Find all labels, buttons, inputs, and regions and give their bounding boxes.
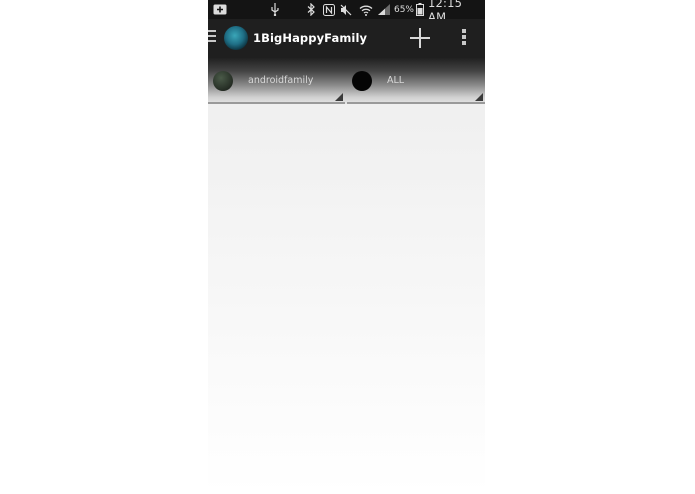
notification-icon bbox=[212, 0, 228, 19]
hamburger-icon[interactable] bbox=[208, 30, 216, 46]
family-spinner[interactable]: androidfamily bbox=[208, 57, 345, 104]
family-spinner-label: androidfamily bbox=[248, 75, 314, 86]
action-bar: 1BigHappyFamily bbox=[208, 19, 485, 57]
clock: 12:15 AM bbox=[428, 0, 463, 24]
filter-spinner[interactable]: ALL bbox=[347, 57, 485, 104]
spinner-row: androidfamily ALL bbox=[208, 57, 485, 104]
family-avatar bbox=[213, 71, 233, 91]
signal-icon bbox=[377, 0, 391, 19]
dropdown-arrow-icon bbox=[335, 93, 343, 101]
mute-icon bbox=[339, 0, 353, 19]
wifi-icon bbox=[358, 0, 374, 19]
app-title: 1BigHappyFamily bbox=[253, 31, 368, 45]
app-logo-icon[interactable] bbox=[224, 26, 248, 50]
add-button[interactable] bbox=[410, 28, 430, 48]
usb-icon bbox=[269, 0, 281, 19]
filter-spinner-label: ALL bbox=[387, 75, 405, 86]
status-bar: 65% 12:15 AM bbox=[208, 0, 485, 24]
bluetooth-icon bbox=[305, 0, 317, 19]
content-area bbox=[208, 104, 485, 494]
filter-avatar bbox=[352, 71, 372, 91]
battery-percent: 65% bbox=[393, 4, 414, 15]
phone-screen: 65% 12:15 AM 1BigHappyFamily androidfami… bbox=[208, 0, 485, 494]
overflow-menu-button[interactable] bbox=[460, 29, 468, 47]
battery-icon bbox=[415, 0, 425, 19]
dropdown-arrow-icon bbox=[475, 93, 483, 101]
nfc-icon bbox=[322, 0, 336, 19]
